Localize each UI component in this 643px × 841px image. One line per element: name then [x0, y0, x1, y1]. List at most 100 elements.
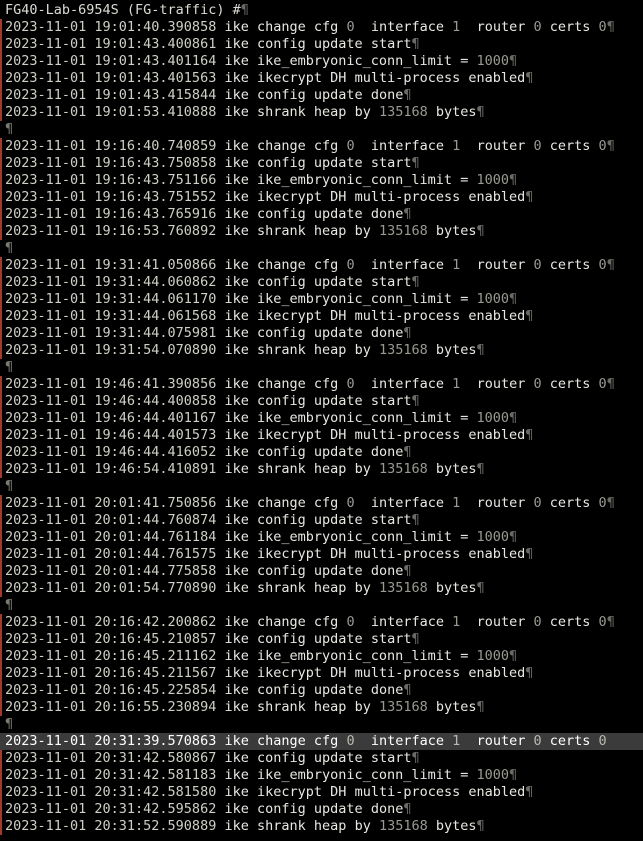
log-word: change: [257, 495, 306, 511]
line-end-marker: ¶: [476, 818, 485, 834]
log-process: ike: [224, 308, 249, 324]
log-line[interactable]: 2023-11-01 20:31:42.595862 ike config up…: [0, 801, 643, 818]
log-word: bytes: [435, 818, 477, 834]
log-line[interactable]: 2023-11-01 20:01:44.761575 ike ikecrypt …: [0, 546, 643, 563]
log-line[interactable]: 2023-11-01 20:31:42.581580 ike ikecrypt …: [0, 784, 643, 801]
log-word: DH: [330, 189, 347, 205]
log-word: start: [370, 274, 412, 290]
log-word: heap: [313, 342, 347, 358]
log-line[interactable]: 2023-11-01 19:01:40.390858 ike change cf…: [0, 19, 643, 36]
log-word: config: [257, 801, 306, 817]
log-line[interactable]: 2023-11-01 19:46:44.401167 ike ike_embry…: [0, 410, 643, 427]
log-timestamp: 2023-11-01 20:01:54.770890: [5, 580, 217, 596]
terminal-window[interactable]: FG40-Lab-6954S (FG-traffic) #¶ FG40-Lab-…: [0, 0, 643, 841]
blank-line[interactable]: ¶: [0, 359, 643, 376]
log-word: config: [257, 206, 306, 222]
log-number: 1000: [476, 767, 510, 783]
log-line[interactable]: 2023-11-01 19:01:43.401164 ike ike_embry…: [0, 53, 643, 70]
log-number: 0: [533, 614, 542, 630]
log-line[interactable]: 2023-11-01 19:46:44.416052 ike config up…: [0, 444, 643, 461]
log-timestamp: 2023-11-01 19:31:44.061170: [5, 291, 217, 307]
log-process: ike: [224, 546, 249, 562]
log-word: certs: [549, 614, 591, 630]
log-word: cfg: [313, 257, 339, 273]
log-line[interactable]: 2023-11-01 20:16:42.200862 ike change cf…: [0, 614, 643, 631]
log-line[interactable]: 2023-11-01 19:01:43.401563 ike ikecrypt …: [0, 70, 643, 87]
log-line[interactable]: 2023-11-01 20:31:39.570863 ike change cf…: [0, 733, 643, 750]
prompt-line[interactable]: FG40-Lab-6954S (FG-traffic) #¶: [0, 2, 643, 19]
log-line[interactable]: 2023-11-01 20:16:45.210857 ike config up…: [0, 631, 643, 648]
log-number: 1000: [476, 53, 510, 69]
log-word: =: [460, 648, 469, 664]
log-word: shrank: [257, 461, 306, 477]
log-line[interactable]: 2023-11-01 19:31:44.075981 ike config up…: [0, 325, 643, 342]
log-line[interactable]: 2023-11-01 19:31:44.061170 ike ike_embry…: [0, 291, 643, 308]
log-line[interactable]: 2023-11-01 20:01:44.761184 ike ike_embry…: [0, 529, 643, 546]
log-timestamp: 2023-11-01 19:31:44.061568: [5, 308, 217, 324]
log-number: 0: [598, 614, 607, 630]
log-number: 1: [452, 614, 461, 630]
line-end-marker: ¶: [240, 2, 249, 18]
log-line[interactable]: 2023-11-01 20:16:45.225854 ike config up…: [0, 682, 643, 699]
log-line[interactable]: 2023-11-01 20:16:55.230894 ike shrank he…: [0, 699, 643, 716]
log-word: DH: [330, 546, 347, 562]
line-end-marker: ¶: [403, 682, 412, 698]
log-process: ike: [224, 376, 249, 392]
log-line[interactable]: 2023-11-01 19:31:44.061568 ike ikecrypt …: [0, 308, 643, 325]
log-line[interactable]: 2023-11-01 19:16:43.750858 ike config up…: [0, 155, 643, 172]
terminal-output[interactable]: FG40-Lab-6954S (FG-traffic) #¶ 2023-11-01…: [0, 2, 643, 835]
log-number: 1: [452, 733, 461, 749]
log-line[interactable]: 2023-11-01 19:01:43.415844 ike config up…: [0, 87, 643, 104]
log-process: ike: [224, 699, 249, 715]
log-word: multi-process: [354, 70, 461, 86]
log-word: config: [257, 274, 306, 290]
log-line[interactable]: 2023-11-01 20:16:45.211162 ike ike_embry…: [0, 648, 643, 665]
log-timestamp: 2023-11-01 19:31:44.075981: [5, 325, 217, 341]
log-line[interactable]: 2023-11-01 19:46:44.401573 ike ikecrypt …: [0, 427, 643, 444]
log-number: 1: [452, 138, 461, 154]
blank-line[interactable]: ¶: [0, 716, 643, 733]
log-line[interactable]: 2023-11-01 20:31:42.580867 ike config up…: [0, 750, 643, 767]
log-process: ike: [224, 325, 249, 341]
log-line[interactable]: 2023-11-01 19:46:44.400858 ike config up…: [0, 393, 643, 410]
log-line[interactable]: 2023-11-01 19:16:43.751166 ike ike_embry…: [0, 172, 643, 189]
blank-line[interactable]: ¶: [0, 121, 643, 138]
log-line[interactable]: 2023-11-01 19:16:43.765916 ike config up…: [0, 206, 643, 223]
log-number: 0: [533, 138, 542, 154]
log-line[interactable]: 2023-11-01 19:16:43.751552 ike ikecrypt …: [0, 189, 643, 206]
log-line[interactable]: 2023-11-01 19:46:54.410891 ike shrank he…: [0, 461, 643, 478]
line-end-marker: ¶: [411, 512, 420, 528]
log-word: config: [257, 36, 306, 52]
log-line[interactable]: 2023-11-01 19:31:54.070890 ike shrank he…: [0, 342, 643, 359]
log-word: multi-process: [354, 546, 461, 562]
log-word: by: [354, 818, 371, 834]
log-line[interactable]: 2023-11-01 19:31:44.060862 ike config up…: [0, 274, 643, 291]
log-process: ike: [224, 495, 249, 511]
log-line[interactable]: 2023-11-01 20:31:42.581183 ike ike_embry…: [0, 767, 643, 784]
log-process: ike: [224, 631, 249, 647]
log-line[interactable]: 2023-11-01 19:31:41.050866 ike change cf…: [0, 257, 643, 274]
log-word: config: [257, 563, 306, 579]
log-word: bytes: [435, 461, 477, 477]
log-line[interactable]: 2023-11-01 20:01:44.760874 ike config up…: [0, 512, 643, 529]
line-end-marker: ¶: [525, 308, 534, 324]
log-word: DH: [330, 70, 347, 86]
blank-line[interactable]: ¶: [0, 240, 643, 257]
line-end-marker: ¶: [411, 274, 420, 290]
blank-line[interactable]: ¶: [0, 478, 643, 495]
blank-line[interactable]: ¶: [0, 597, 643, 614]
log-line[interactable]: 2023-11-01 20:01:41.750856 ike change cf…: [0, 495, 643, 512]
log-line[interactable]: 2023-11-01 20:31:52.590889 ike shrank he…: [0, 818, 643, 835]
log-line[interactable]: 2023-11-01 20:16:45.211567 ike ikecrypt …: [0, 665, 643, 682]
log-line[interactable]: 2023-11-01 20:01:44.775858 ike config up…: [0, 563, 643, 580]
log-line[interactable]: 2023-11-01 19:01:53.410888 ike shrank he…: [0, 104, 643, 121]
log-line[interactable]: 2023-11-01 19:46:41.390856 ike change cf…: [0, 376, 643, 393]
log-word: start: [370, 512, 412, 528]
log-line[interactable]: 2023-11-01 19:01:43.400861 ike config up…: [0, 36, 643, 53]
log-line[interactable]: 2023-11-01 19:16:53.760892 ike shrank he…: [0, 223, 643, 240]
log-line[interactable]: 2023-11-01 19:16:40.740859 ike change cf…: [0, 138, 643, 155]
log-word: multi-process: [354, 308, 461, 324]
log-line[interactable]: 2023-11-01 20:01:54.770890 ike shrank he…: [0, 580, 643, 597]
log-word: heap: [313, 818, 347, 834]
log-timestamp: 2023-11-01 20:01:41.750856: [5, 495, 217, 511]
